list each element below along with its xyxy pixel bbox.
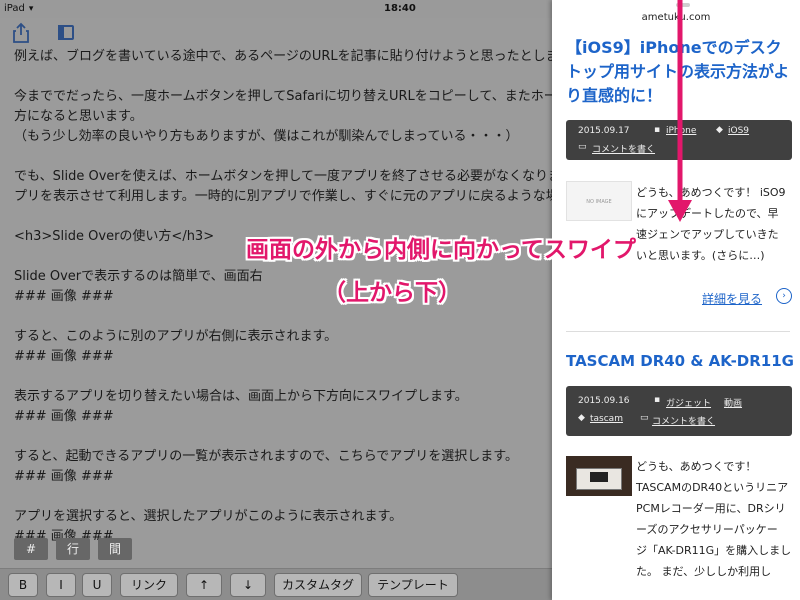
- editor-line: 例えば、ブログを書いている途中で、あるページのURLを記事に貼り付けようと思った…: [14, 49, 552, 64]
- post-meta-2: 2015.09.16 ▪ ガジェット 動画 ◆ tascam ▭ コメントを書く: [566, 386, 792, 436]
- editor-line: すると、起動できるアプリの一覧が表示されますので、こちらでアプリを選択します。: [14, 449, 519, 464]
- move-up-button[interactable]: ↑: [186, 573, 222, 597]
- editor-line: ### 画像 ###: [14, 469, 114, 484]
- post-title-link-2[interactable]: TASCAM DR40 & AK-DR11G: [566, 352, 794, 370]
- keyboard-toolbar: B I U リンク ↑ ↓ カスタムタグ テンプレート: [0, 568, 552, 600]
- status-time: 18:40: [384, 3, 416, 14]
- editor-line: ### 画像 ###: [14, 289, 114, 304]
- editor-line: アプリを選択すると、選択したアプリがこのように表示されます。: [14, 509, 403, 524]
- editor-line: 今まででだったら、一度ホームボタンを押してSafariに切り替えURLをコピーし…: [14, 89, 552, 104]
- custom-tag-button[interactable]: カスタムタグ: [274, 573, 362, 597]
- status-device: iPad ▾: [4, 3, 34, 14]
- slide-over-panel[interactable]: ametuku.com 【iOS9】iPhoneでのデスクトップ用サイトの表示方…: [552, 0, 800, 600]
- editor-line: ### 画像 ###: [14, 529, 114, 544]
- annotation-text: 画面の外から内側に向かってスワイプ: [246, 237, 636, 263]
- tag-link[interactable]: iOS9: [728, 126, 749, 136]
- move-down-button[interactable]: ↓: [230, 573, 266, 597]
- italic-button[interactable]: I: [46, 573, 76, 597]
- editor-line: でも、Slide Overを使えば、ホームボタンを押して一度アプリを終了させる必…: [14, 169, 552, 184]
- divider: [566, 331, 790, 332]
- bold-button[interactable]: B: [8, 573, 38, 597]
- share-icon[interactable]: [10, 22, 32, 44]
- folder-icon: ▪: [654, 125, 661, 135]
- editor-line: ### 画像 ###: [14, 409, 114, 424]
- tag-icon: ◆: [578, 413, 585, 423]
- editor-line: ### 画像 ###: [14, 349, 114, 364]
- comment-icon: ▭: [640, 413, 649, 423]
- url-bar[interactable]: ametuku.com: [552, 12, 800, 23]
- post-meta: 2015.09.17 ▪ iPhone ◆ iOS9 ▭ コメントを書く: [566, 120, 792, 160]
- product-thumbnail[interactable]: [566, 456, 632, 496]
- comment-link[interactable]: コメントを書く: [592, 142, 655, 155]
- slide-over-handle[interactable]: [676, 3, 690, 7]
- underline-button[interactable]: U: [82, 573, 112, 597]
- no-image-thumbnail[interactable]: NO IMAGE: [566, 181, 632, 221]
- template-button[interactable]: テンプレート: [368, 573, 458, 597]
- editor-line: （もう少し効率の良いやり方もありますが、僕はこれが馴染んでしまっている・・・）: [14, 129, 519, 144]
- editor-pane: 例えば、ブログを書いている途中で、あるページのURLを記事に貼り付けようと思った…: [0, 18, 552, 600]
- sidebar-icon[interactable]: [56, 22, 78, 44]
- post-excerpt: どうも、あめつくです！ iSO9 にアップデートしたので、早 速ジェンでアップし…: [636, 186, 786, 262]
- editor-text[interactable]: 例えば、ブログを書いている途中で、あるページのURLを記事に貼り付けようと思った…: [14, 47, 552, 587]
- folder-icon: ▪: [654, 395, 661, 405]
- editor-line: すると、このように別のアプリが右側に表示されます。: [14, 329, 338, 344]
- comment-link-2[interactable]: コメントを書く: [652, 414, 715, 427]
- hash-button[interactable]: #: [14, 538, 48, 560]
- tag-icon: ◆: [716, 125, 723, 135]
- post-excerpt-2: どうも、あめつくです！ TASCAMのDR40というリニア PCMレコーダー用に…: [636, 460, 792, 578]
- category-link-gadget[interactable]: ガジェット: [666, 396, 711, 409]
- editor-line: Slide Overで表示するのは簡単で、画面右: [14, 269, 263, 284]
- category-link[interactable]: iPhone: [666, 126, 696, 136]
- comment-icon: ▭: [578, 142, 587, 152]
- chevron-right-icon[interactable]: ›: [776, 288, 792, 304]
- editor-line: 方になると思います。: [14, 109, 143, 124]
- annotation-subtext: （上から下）: [323, 280, 461, 306]
- tag-link-2[interactable]: tascam: [590, 414, 623, 424]
- editor-line: プリを表示させて利用します。一時的に別アプリで作業し、すぐに元のアプリに戻るよう…: [14, 189, 552, 204]
- wifi-icon: ▾: [28, 4, 34, 14]
- post-title-link[interactable]: 【iOS9】iPhoneでのデスクトップ用サイトの表示方法がより直感的に！: [566, 36, 794, 108]
- post-date-2: 2015.09.16: [578, 396, 630, 406]
- category-link-video[interactable]: 動画: [724, 396, 742, 409]
- spacing-button[interactable]: 間: [98, 538, 132, 560]
- read-more-link[interactable]: 詳細を見る: [702, 290, 762, 307]
- line-button[interactable]: 行: [56, 538, 90, 560]
- link-button[interactable]: リンク: [120, 573, 178, 597]
- post-date: 2015.09.17: [578, 126, 630, 136]
- editor-line: 表示するアプリを切り替えたい場合は、画面上から下方向にスワイプします。: [14, 389, 468, 404]
